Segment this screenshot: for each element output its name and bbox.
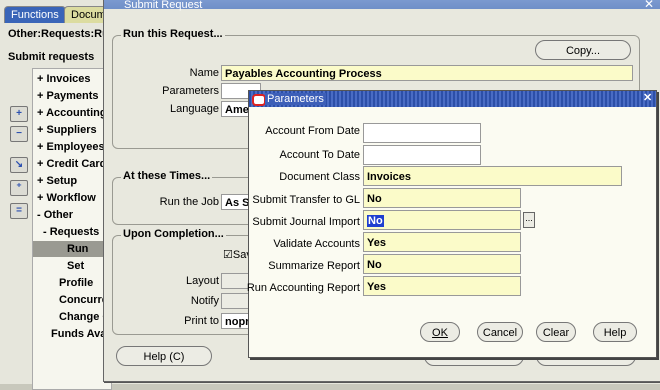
- list-item[interactable]: - Other: [37, 207, 73, 223]
- param-row: Submit Journal Import: [249, 212, 360, 228]
- param-label: Validate Accounts: [273, 238, 360, 250]
- lov-button[interactable]: ...: [523, 212, 535, 228]
- notify-label: Notify: [190, 295, 219, 307]
- language-label: Language: [170, 103, 219, 115]
- selected-text: No: [367, 215, 384, 227]
- parameters-label: Parameters: [162, 85, 219, 97]
- list-item[interactable]: + Employees: [37, 139, 105, 155]
- list-item[interactable]: + Workflow: [37, 190, 96, 206]
- param-row: Account To Date: [249, 145, 360, 161]
- param-row: Account From Date: [249, 121, 360, 137]
- collapse-icon[interactable]: −: [10, 126, 28, 142]
- list-item[interactable]: + Credit Card: [37, 156, 106, 172]
- param-row: Validate Accounts: [249, 234, 360, 250]
- list-item-selected[interactable]: Run: [33, 241, 111, 257]
- help-button[interactable]: Help: [593, 322, 637, 342]
- collapse-all-icon[interactable]: =: [10, 203, 28, 219]
- expand-icon[interactable]: +: [10, 106, 28, 122]
- param-label: Document Class: [279, 171, 360, 183]
- oracle-icon: [252, 94, 266, 106]
- help-button[interactable]: Help (C): [116, 346, 212, 366]
- param-label: Submit Journal Import: [252, 216, 360, 228]
- account-to-date-field[interactable]: [363, 145, 481, 165]
- list-item[interactable]: Set: [67, 258, 84, 274]
- list-item[interactable]: + Suppliers: [37, 122, 97, 138]
- submit-journal-import-field[interactable]: No: [363, 210, 521, 230]
- print-to-label: Print to: [184, 315, 219, 327]
- param-label: Account From Date: [265, 125, 360, 137]
- list-item[interactable]: + Payments: [37, 88, 98, 104]
- list-item[interactable]: + Invoices: [37, 71, 91, 87]
- param-label: Summarize Report: [268, 260, 360, 272]
- parameters-dialog: Parameters ✕ Account From Date Account T…: [246, 90, 657, 358]
- navigator-path: Other:Requests:Run: [8, 28, 116, 40]
- name-field[interactable]: Payables Accounting Process: [221, 65, 633, 81]
- expand-all-icon[interactable]: ⁺: [10, 180, 28, 196]
- close-icon[interactable]: ✕: [643, 91, 652, 104]
- summarize-report-field[interactable]: No: [363, 254, 521, 274]
- account-from-date-field[interactable]: [363, 123, 481, 143]
- navigator-subtitle: Submit requests: [8, 51, 95, 63]
- group-title: Upon Completion...: [121, 228, 226, 240]
- validate-accounts-field[interactable]: Yes: [363, 232, 521, 252]
- list-item[interactable]: - Requests: [43, 224, 99, 240]
- param-row: Summarize Report: [249, 256, 360, 272]
- run-accounting-report-field[interactable]: Yes: [363, 276, 521, 296]
- dialog-title: Parameters: [265, 93, 326, 105]
- param-row: Submit Transfer to GL: [249, 190, 360, 206]
- tab-functions[interactable]: Functions: [4, 6, 66, 23]
- list-item[interactable]: + Accounting: [37, 105, 107, 121]
- name-label: Name: [189, 67, 219, 79]
- param-label: Account To Date: [279, 149, 360, 161]
- close-icon[interactable]: ✕: [644, 0, 654, 11]
- document-class-field[interactable]: Invoices: [363, 166, 622, 186]
- param-row: Document Class: [249, 167, 360, 183]
- group-title: At these Times...: [121, 170, 213, 182]
- layout-label: Layout: [185, 275, 219, 287]
- clear-button[interactable]: Clear: [536, 322, 576, 342]
- param-label: Submit Transfer to GL: [252, 194, 360, 206]
- navigator-list: + Invoices + Payments + Accounting + Sup…: [32, 68, 112, 390]
- copy-button[interactable]: Copy...: [535, 40, 631, 60]
- ok-button[interactable]: OK: [420, 322, 460, 342]
- submit-transfer-gl-field[interactable]: No: [363, 188, 521, 208]
- expand-branch-icon[interactable]: ↘: [10, 157, 28, 173]
- run-job-label: Run the Job: [159, 196, 219, 208]
- window-title: Submit Request: [124, 0, 203, 11]
- param-label: Run Accounting Report: [246, 282, 360, 294]
- cancel-button[interactable]: Cancel: [477, 322, 523, 342]
- list-item[interactable]: Profile: [59, 275, 93, 291]
- param-row: Run Accounting Report: [246, 278, 360, 294]
- list-item[interactable]: + Setup: [37, 173, 77, 189]
- group-title: Run this Request...: [121, 28, 225, 40]
